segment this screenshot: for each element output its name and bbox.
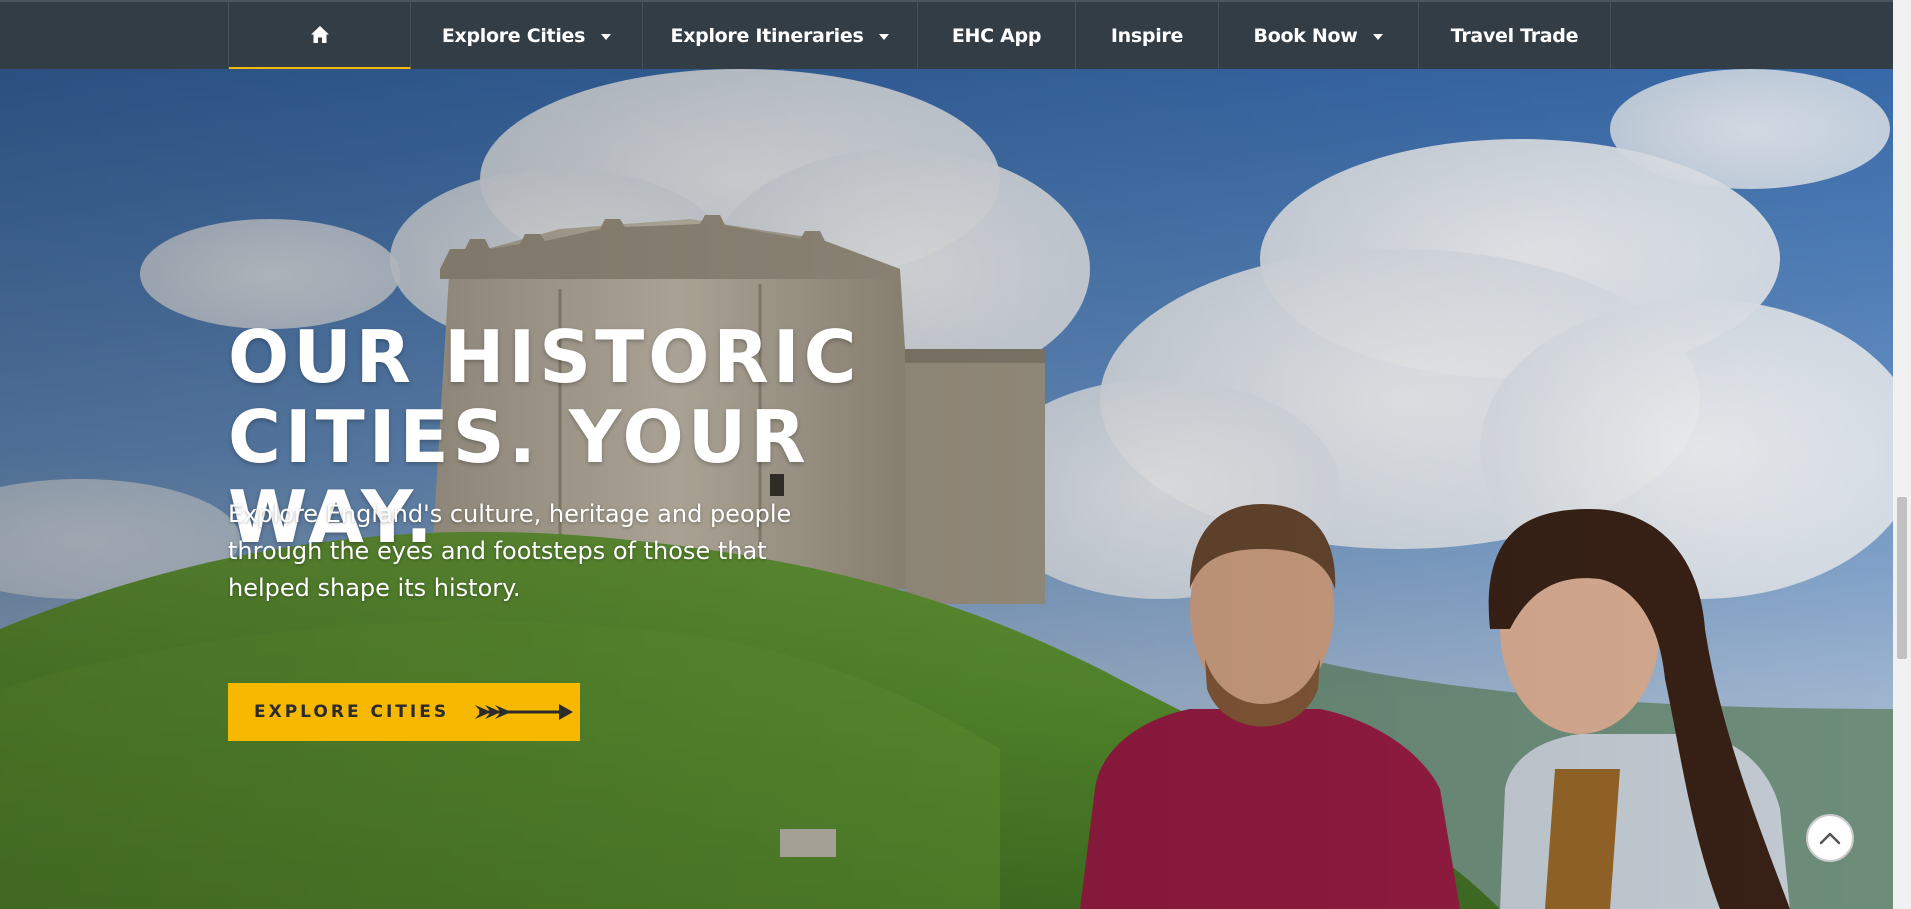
nav-inspire[interactable]: Inspire	[1076, 2, 1219, 69]
caret-down-icon	[879, 33, 890, 40]
caret-down-icon	[1373, 33, 1384, 40]
nav-explore-itineraries-label: Explore Itineraries	[670, 24, 864, 47]
explore-cities-button[interactable]: EXPLORE CITIES	[228, 683, 580, 741]
nav-explore-cities[interactable]: Explore Cities	[411, 2, 643, 69]
nav-book-now-label: Book Now	[1253, 24, 1358, 47]
main-navbar: Explore Cities Explore Itineraries EHC A…	[0, 0, 1893, 69]
nav-explore-cities-label: Explore Cities	[441, 24, 586, 47]
chevron-up-icon	[1819, 832, 1841, 845]
hero-title-line1: OUR HISTORIC	[228, 315, 861, 399]
hero-subtitle: Explore England's culture, heritage and …	[228, 500, 792, 602]
page: Explore Cities Explore Itineraries EHC A…	[0, 0, 1911, 909]
hero-banner: OUR HISTORIC CITIES. YOUR WAY. Explore E…	[0, 69, 1893, 909]
vertical-scrollbar[interactable]	[1893, 0, 1911, 909]
home-icon	[310, 26, 329, 43]
nav-ehc-app-label: EHC App	[951, 24, 1042, 47]
nav-items: Explore Cities Explore Itineraries EHC A…	[228, 2, 1611, 69]
nav-travel-trade-label: Travel Trade	[1450, 24, 1579, 47]
scrollbar-thumb[interactable]	[1897, 497, 1907, 659]
scroll-to-top-button[interactable]	[1806, 814, 1854, 862]
arrow-right-icon	[475, 704, 574, 720]
nav-explore-itineraries[interactable]: Explore Itineraries	[643, 2, 918, 69]
explore-cities-button-label: EXPLORE CITIES	[254, 702, 450, 722]
nav-travel-trade[interactable]: Travel Trade	[1419, 2, 1611, 69]
nav-book-now[interactable]: Book Now	[1219, 2, 1419, 69]
nav-ehc-app[interactable]: EHC App	[918, 2, 1076, 69]
nav-home[interactable]	[229, 2, 411, 69]
nav-inspire-label: Inspire	[1110, 24, 1184, 47]
caret-down-icon	[601, 33, 612, 40]
